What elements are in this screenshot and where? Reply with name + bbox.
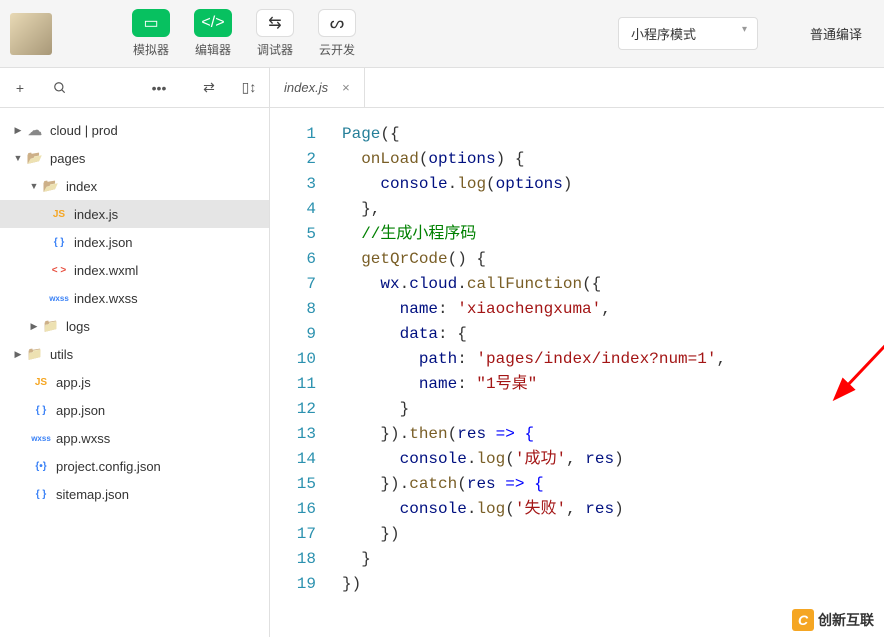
code-content[interactable]: Page({ onLoad(options) { console.log(opt… bbox=[330, 108, 884, 637]
tree-file-sitemap[interactable]: { } sitemap.json bbox=[0, 480, 269, 508]
cloud-folder-icon bbox=[24, 122, 46, 138]
main-area: + ••• ⇄ ▯↕ ▶cloud | prod ▼pages ▼index J… bbox=[0, 68, 884, 637]
tree-file-index-js[interactable]: JS index.js bbox=[0, 200, 269, 228]
tree-folder-pages[interactable]: ▼pages bbox=[0, 144, 269, 172]
watermark-icon: C bbox=[792, 609, 814, 631]
tree-label: app.wxss bbox=[56, 431, 110, 446]
js-icon: JS bbox=[30, 374, 52, 390]
folder-icon bbox=[40, 318, 62, 334]
phone-icon: ▭ bbox=[132, 9, 170, 37]
tree-label: project.config.json bbox=[56, 459, 161, 474]
tree-file-app-wxss[interactable]: wxss app.wxss bbox=[0, 424, 269, 452]
tree-label: cloud | prod bbox=[50, 123, 118, 138]
json-icon: { } bbox=[30, 402, 52, 418]
mode-dropdown[interactable]: 小程序模式 bbox=[618, 17, 758, 50]
tree-file-app-json[interactable]: { } app.json bbox=[0, 396, 269, 424]
tree-folder-index[interactable]: ▼index bbox=[0, 172, 269, 200]
json-icon: { } bbox=[30, 486, 52, 502]
tree-label: utils bbox=[50, 347, 73, 362]
toolbar-buttons: ▭ 模拟器 </> 编辑器 ⇆ 调试器 ᔕ 云开发 bbox=[132, 9, 356, 58]
tab-label: index.js bbox=[284, 80, 328, 95]
tree-file-index-wxss[interactable]: wxss index.wxss bbox=[0, 284, 269, 312]
tree-label: sitemap.json bbox=[56, 487, 129, 502]
project-avatar[interactable] bbox=[10, 13, 52, 55]
code-editor: index.js × 12345678910111213141516171819… bbox=[270, 68, 884, 637]
tree-label: index bbox=[66, 179, 97, 194]
json-icon: { } bbox=[48, 234, 70, 250]
sliders-icon: ⇆ bbox=[256, 9, 294, 37]
editor-button[interactable]: </> 编辑器 bbox=[194, 9, 232, 58]
explorer-actions: + ••• ⇄ ▯↕ bbox=[0, 68, 269, 108]
tree-label: logs bbox=[66, 319, 90, 334]
file-tree: ▶cloud | prod ▼pages ▼index JS index.js {… bbox=[0, 108, 269, 637]
more-button[interactable]: ••• bbox=[139, 68, 179, 108]
tree-folder-cloud[interactable]: ▶cloud | prod bbox=[0, 116, 269, 144]
tree-label: index.js bbox=[74, 207, 118, 222]
simulator-label: 模拟器 bbox=[133, 41, 169, 58]
tree-label: index.wxss bbox=[74, 291, 138, 306]
search-icon bbox=[53, 81, 67, 95]
close-icon[interactable]: × bbox=[342, 80, 350, 95]
top-toolbar: ▭ 模拟器 </> 编辑器 ⇆ 调试器 ᔕ 云开发 小程序模式 普通编译 bbox=[0, 0, 884, 68]
watermark: C 创新互联 bbox=[792, 609, 874, 631]
tree-file-app-js[interactable]: JS app.js bbox=[0, 368, 269, 396]
file-explorer: + ••• ⇄ ▯↕ ▶cloud | prod ▼pages ▼index J… bbox=[0, 68, 270, 637]
tree-folder-utils[interactable]: ▶utils bbox=[0, 340, 269, 368]
tree-file-index-json[interactable]: { } index.json bbox=[0, 228, 269, 256]
wxml-icon: < > bbox=[48, 262, 70, 278]
debugger-button[interactable]: ⇆ 调试器 bbox=[256, 9, 294, 58]
collapse-button[interactable]: ⇄ bbox=[189, 68, 229, 108]
tree-label: index.json bbox=[74, 235, 133, 250]
tree-label: app.json bbox=[56, 403, 105, 418]
mode-select-group: 小程序模式 普通编译 bbox=[618, 17, 874, 50]
debugger-label: 调试器 bbox=[257, 41, 293, 58]
search-button[interactable] bbox=[40, 68, 80, 108]
editor-tabs: index.js × bbox=[270, 68, 884, 108]
watermark-text: 创新互联 bbox=[818, 610, 874, 630]
tree-label: app.js bbox=[56, 375, 91, 390]
tree-label: index.wxml bbox=[74, 263, 138, 278]
config-icon: {•} bbox=[30, 458, 52, 474]
wxss-icon: wxss bbox=[30, 430, 52, 446]
line-gutter: 12345678910111213141516171819 bbox=[270, 108, 330, 637]
wxss-icon: wxss bbox=[48, 290, 70, 306]
cloud-button[interactable]: ᔕ 云开发 bbox=[318, 9, 356, 58]
tree-label: pages bbox=[50, 151, 85, 166]
tab-index-js[interactable]: index.js × bbox=[270, 68, 365, 107]
js-icon: JS bbox=[48, 206, 70, 222]
folder-icon bbox=[24, 346, 46, 362]
tree-folder-logs[interactable]: ▶logs bbox=[0, 312, 269, 340]
tree-file-project-config[interactable]: {•} project.config.json bbox=[0, 452, 269, 480]
tree-file-index-wxml[interactable]: < > index.wxml bbox=[0, 256, 269, 284]
folder-icon bbox=[40, 178, 62, 194]
layout-button[interactable]: ▯↕ bbox=[229, 68, 269, 108]
add-file-button[interactable]: + bbox=[0, 68, 40, 108]
editor-label: 编辑器 bbox=[195, 41, 231, 58]
folder-icon bbox=[24, 150, 46, 166]
compile-dropdown[interactable]: 普通编译 bbox=[798, 18, 874, 49]
code-icon: </> bbox=[194, 9, 232, 37]
cloud-label: 云开发 bbox=[319, 41, 355, 58]
simulator-button[interactable]: ▭ 模拟器 bbox=[132, 9, 170, 58]
code-area[interactable]: 12345678910111213141516171819 Page({ onL… bbox=[270, 108, 884, 637]
cloud-icon: ᔕ bbox=[318, 9, 356, 37]
